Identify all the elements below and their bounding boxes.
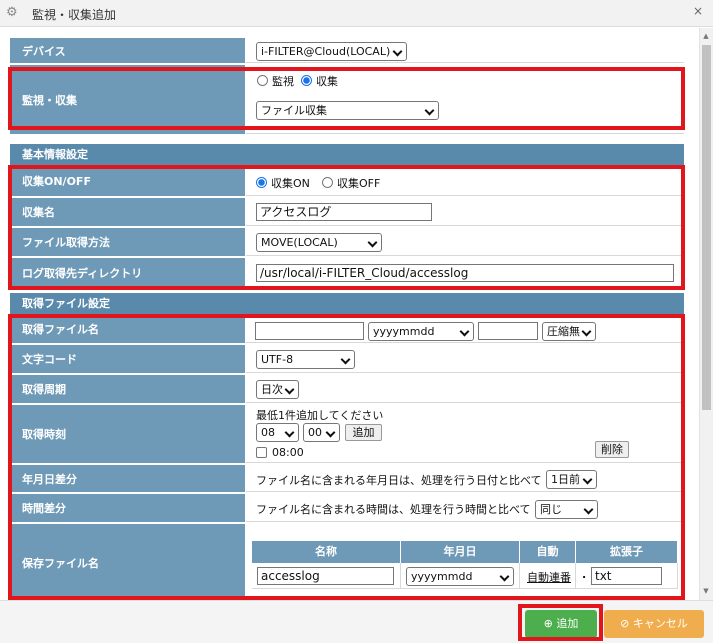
col-header-ext: 拡張子 [576,541,678,563]
collect-on-radio[interactable] [256,177,267,188]
ban-icon: ⊘ [620,617,630,630]
date-diff-text: ファイル名に含まれる年月日は、処理を行う日付と比べて [256,474,542,487]
monitor-radio-label: 監視 [272,75,294,88]
time-entry-label: 08:00 [272,446,304,459]
fetch-date-select[interactable]: yyyymmdd [368,322,474,341]
file-method-label: ファイル取得方法 [10,228,246,256]
fetch-time-label: 取得時刻 [10,405,246,463]
dialog-title: 監視・収集追加 [32,8,117,22]
collect-on-label: 収集ON [271,177,310,190]
dialog-footer: ⊕ 追加 ⊘ キャンセル [0,600,713,643]
col-header-date: 年月日 [401,541,520,563]
cycle-label: 取得周期 [10,375,246,403]
collect-radio-label: 収集 [316,75,338,88]
fetch-prefix-input[interactable] [255,322,364,340]
save-name-label: 保存ファイル名 [10,524,246,600]
date-diff-row: 年月日差分 ファイル名に含まれる年月日は、処理を行う日付と比べて 1日前 [10,465,684,493]
ext-dot: . [582,568,587,581]
col-header-name: 名称 [252,541,401,563]
cell-date: yyyymmdd [401,563,520,589]
fetch-section-header: 取得ファイル設定 [10,293,684,314]
minute-select[interactable]: 00 [303,423,340,442]
fetch-time-note: 最低1件追加してください [256,409,384,422]
plus-circle-icon: ⊕ [543,617,553,630]
dialog-content: デバイス i-FILTER@Cloud(LOCAL) 監視・収集 監視 収集 フ… [0,28,699,600]
time-diff-text: ファイル名に含まれる時間は、処理を行う時間と比べて [256,503,531,516]
charset-row: 文字コード UTF-8 [10,345,684,374]
collect-name-input[interactable]: アクセスログ [256,203,432,221]
cycle-row: 取得周期 日次 [10,375,684,404]
monitor-type-select[interactable]: ファイル収集 [256,101,439,120]
charset-label: 文字コード [10,345,246,373]
cell-ext: . txt [576,563,678,589]
cancel-button-label: キャンセル [632,617,688,630]
col-header-auto: 自動 [520,541,576,563]
monitor-label: 監視・収集 [10,65,246,134]
ext-input[interactable]: txt [591,567,662,585]
fetch-suffix-input[interactable] [478,322,538,340]
file-method-row: ファイル取得方法 MOVE(LOCAL) [10,228,684,257]
scroll-up-icon[interactable]: ▲ [701,31,711,41]
time-diff-label: 時間差分 [10,494,246,522]
scroll-down-icon[interactable]: ▼ [701,586,711,596]
charset-select[interactable]: UTF-8 [256,350,355,369]
monitor-row: 監視・収集 監視 収集 ファイル収集 [10,65,684,135]
time-diff-select[interactable]: 同じ [535,500,598,519]
file-method-select[interactable]: MOVE(LOCAL) [256,233,382,252]
date-diff-label: 年月日差分 [10,465,246,492]
scrollbar-thumb[interactable] [702,45,711,410]
compression-select[interactable]: 圧縮無 [542,322,596,341]
cell-auto: 自動連番 [520,563,576,589]
device-select[interactable]: i-FILTER@Cloud(LOCAL) [256,42,407,61]
basic-section-header: 基本情報設定 [10,144,684,165]
log-dir-row: ログ取得先ディレクトリ /usr/local/i-FILTER_Cloud/ac… [10,258,684,288]
add-time-button[interactable]: 追加 [345,424,382,441]
device-row: デバイス i-FILTER@Cloud(LOCAL) [10,38,684,64]
gear-icon: ⚙ [6,5,18,20]
cancel-button[interactable]: ⊘ キャンセル [604,610,704,638]
cell-name: accesslog [252,563,401,589]
add-button-label: 追加 [556,617,579,630]
monitor-radio[interactable] [257,75,268,86]
log-dir-label: ログ取得先ディレクトリ [10,258,246,287]
collect-name-label: 収集名 [10,198,246,226]
save-name-row: 保存ファイル名 名称 年月日 自動 拡張子 accesslog yyyymmdd… [10,524,684,600]
time-diff-row: 時間差分 ファイル名に含まれる時間は、処理を行う時間と比べて 同じ [10,494,684,523]
fetch-name-row: 取得ファイル名 yyyymmdd 圧縮無 [10,315,684,344]
collect-radio[interactable] [301,75,312,86]
add-button[interactable]: ⊕ 追加 [525,610,597,638]
dialog-titlebar: ⚙ 監視・収集追加 × [0,0,713,27]
device-label: デバイス [10,38,246,63]
collect-name-row: 収集名 アクセスログ [10,198,684,227]
collect-off-radio[interactable] [322,177,333,188]
fetch-name-label: 取得ファイル名 [10,315,246,343]
save-date-select[interactable]: yyyymmdd [406,567,514,586]
close-icon[interactable]: × [693,4,703,18]
cycle-select[interactable]: 日次 [256,380,299,399]
delete-time-button[interactable]: 削除 [595,441,629,458]
hour-select[interactable]: 08 [256,423,299,442]
date-diff-select[interactable]: 1日前 [546,470,597,489]
save-name-input[interactable]: accesslog [257,567,394,585]
time-entry-checkbox[interactable] [256,447,267,458]
fetch-time-row: 取得時刻 最低1件追加してください 08 00 追加 08:00 削除 [10,405,684,464]
collect-off-label: 収集OFF [337,177,381,190]
collect-onoff-row: 収集ON/OFF 収集ON 収集OFF [10,166,684,197]
log-dir-input[interactable]: /usr/local/i-FILTER_Cloud/accesslog [256,264,674,282]
auto-number-link[interactable]: 自動連番 [527,569,571,585]
collect-onoff-label: 収集ON/OFF [10,166,246,196]
